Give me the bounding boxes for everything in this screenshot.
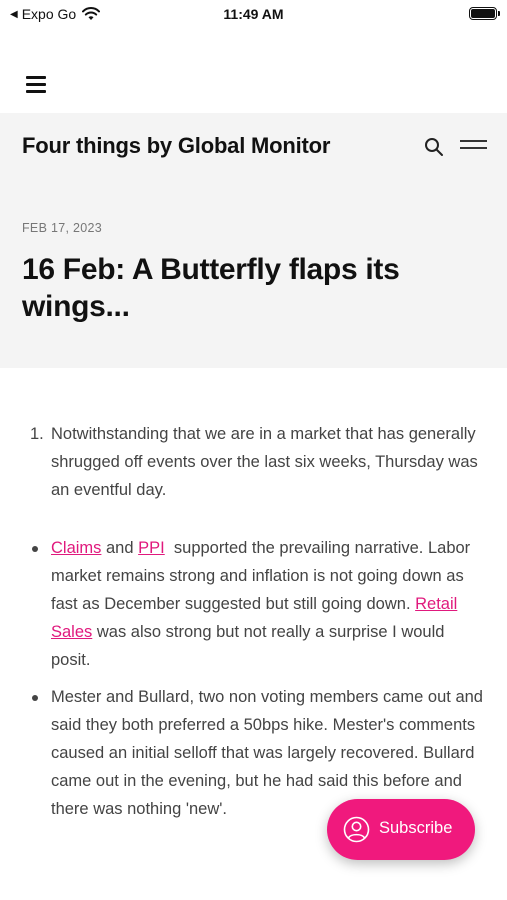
status-time: 11:49 AM (223, 6, 284, 22)
ppi-link[interactable]: PPI (138, 539, 165, 557)
search-icon[interactable] (424, 137, 444, 157)
battery-icon (469, 7, 500, 20)
list-item: Claims and PPI supported the prevailing … (0, 534, 507, 674)
site-menu-icon[interactable] (460, 140, 487, 154)
post-title: 16 Feb: A Butterfly flaps its wings... (22, 253, 400, 323)
post-date: FEB 17, 2023 (22, 221, 103, 235)
list-item-text: was also strong but not really a surpris… (51, 623, 445, 669)
site-title[interactable]: Four things by Global Monitor (22, 133, 330, 159)
list-number: 1. (30, 425, 44, 443)
user-icon (343, 816, 370, 843)
subscribe-button[interactable]: Subscribe (327, 799, 475, 860)
bullet-icon (32, 695, 38, 701)
post-header: Four things by Global Monitor FEB 17, 20… (0, 113, 507, 368)
claims-link[interactable]: Claims (51, 539, 101, 557)
hamburger-menu-icon[interactable] (26, 76, 46, 93)
subscribe-label: Subscribe (379, 819, 453, 837)
bullet-icon (32, 546, 38, 552)
post-body: 1. Notwithstanding that we are in a mark… (0, 420, 507, 832)
list-item-text: and (101, 539, 139, 557)
numbered-list-item: 1. Notwithstanding that we are in a mark… (0, 420, 507, 504)
status-bar: ◀ Expo Go 11:49 AM (0, 0, 507, 28)
bullet-list: Claims and PPI supported the prevailing … (0, 534, 507, 823)
list-item-text: Notwithstanding that we are in a market … (51, 425, 478, 499)
app-navbar (0, 60, 507, 110)
